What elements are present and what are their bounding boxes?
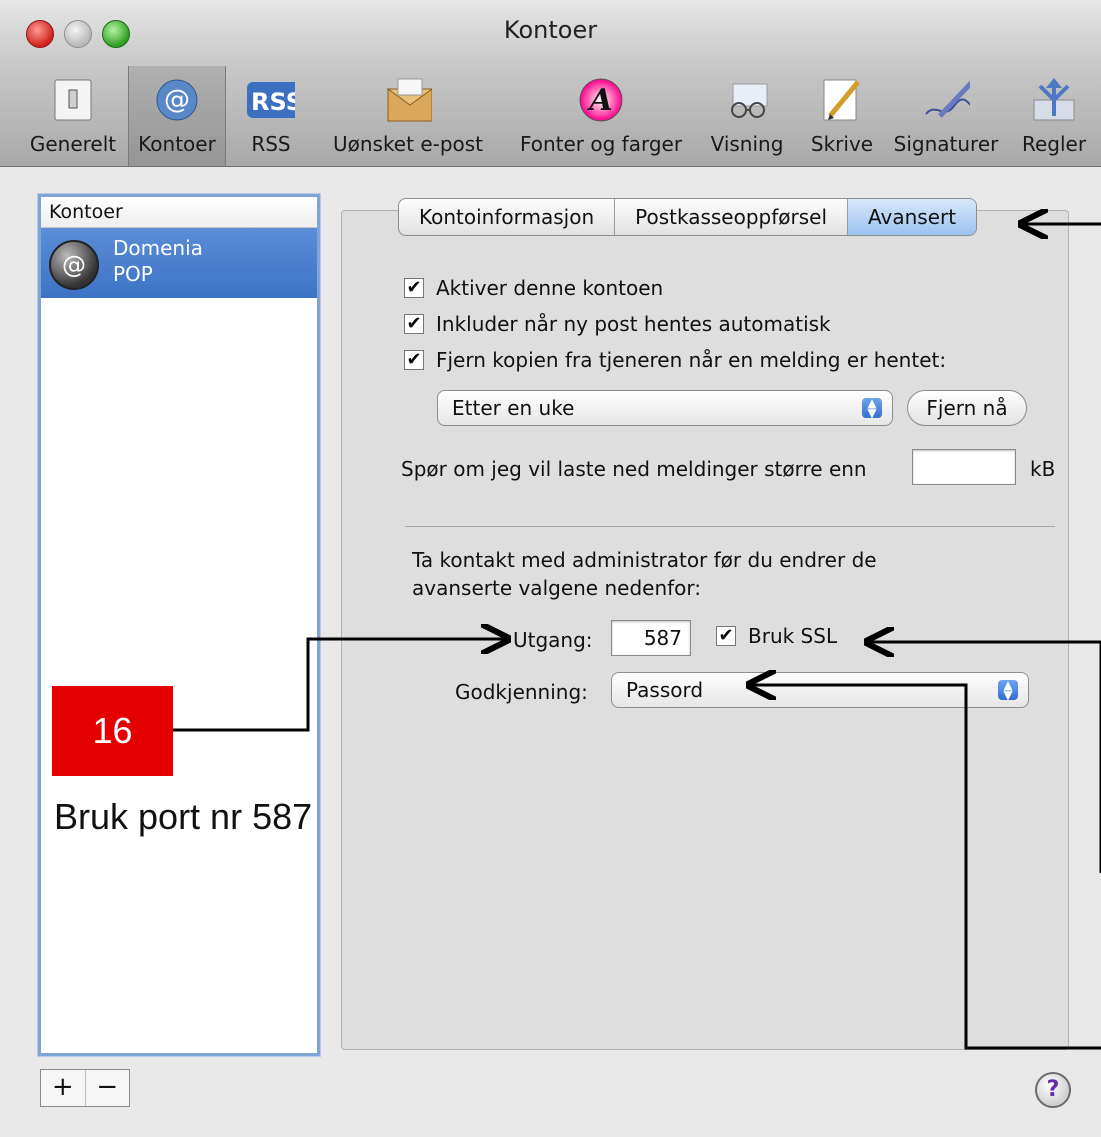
- accounts-list-header: Kontoer: [41, 197, 317, 228]
- window-title: Kontoer: [503, 16, 598, 44]
- toolbar-label: Kontoer: [138, 132, 216, 156]
- authentication-value: Passord: [626, 678, 704, 702]
- toolbar-label: Fonter og farger: [519, 132, 683, 156]
- popup-arrows-icon: ▲ ▼: [862, 397, 882, 419]
- pop-account-icon: @: [49, 240, 99, 290]
- toolbar-item-junk-mail[interactable]: Uønsket e-post: [318, 66, 498, 166]
- switch-icon: [49, 76, 97, 124]
- toolbar-label: Generelt: [29, 132, 117, 156]
- toolbar-item-visning[interactable]: Visning: [700, 66, 794, 166]
- kb-unit-label: kB: [1030, 457, 1056, 481]
- include-auto-check-checkbox[interactable]: ✔: [404, 314, 424, 334]
- remove-after-popup[interactable]: Etter en uke ▲ ▼: [437, 390, 893, 426]
- step-number-badge: 16: [52, 686, 173, 776]
- svg-text:A: A: [586, 83, 612, 118]
- account-name: Domenia: [113, 236, 203, 260]
- popup-arrows-icon: ▲ ▼: [998, 679, 1018, 701]
- use-ssl-checkbox[interactable]: ✔: [716, 626, 736, 646]
- toolbar-item-rss[interactable]: RSS RSS: [226, 66, 316, 166]
- toolbar-item-generelt[interactable]: Generelt: [18, 66, 128, 166]
- tab-kontoinformasjon[interactable]: Kontoinformasjon: [399, 199, 616, 235]
- help-button[interactable]: ?: [1035, 1072, 1071, 1108]
- remove-now-button[interactable]: Fjern nå: [907, 390, 1027, 426]
- toolbar-item-fonts-colors[interactable]: A Fonter og farger: [506, 66, 696, 166]
- account-row-domenia[interactable]: @ Domenia POP: [41, 228, 317, 298]
- viewing-glasses-icon: [723, 76, 771, 124]
- toolbar-label: Regler: [1021, 132, 1087, 156]
- section-divider: [405, 526, 1055, 527]
- toolbar-item-skrive[interactable]: Skrive: [800, 66, 884, 166]
- authentication-popup[interactable]: Passord ▲ ▼: [611, 672, 1029, 708]
- include-auto-check-label: Inkluder når ny post hentes automatisk: [436, 312, 831, 336]
- svg-text:@: @: [164, 85, 190, 115]
- account-tabs: Kontoinformasjon Postkasseoppførsel Avan…: [398, 198, 978, 236]
- admin-note-line2: avanserte valgene nedenfor:: [412, 576, 702, 600]
- signature-pen-icon: [922, 76, 970, 124]
- tab-avansert[interactable]: Avansert: [848, 199, 977, 235]
- toolbar-item-regler[interactable]: Regler: [1010, 66, 1098, 166]
- rss-icon: RSS: [247, 76, 295, 124]
- toolbar-label: Signaturer: [893, 132, 999, 156]
- toolbar-item-kontoer[interactable]: @ Kontoer: [128, 66, 226, 166]
- font-colors-icon: A: [577, 76, 625, 124]
- advanced-settings-panel: [341, 210, 1069, 1050]
- remove-copy-label: Fjern kopien fra tjeneren når en melding…: [436, 348, 947, 372]
- svg-text:RSS: RSS: [251, 88, 295, 116]
- toolbar-item-signaturer[interactable]: Signaturer: [886, 66, 1006, 166]
- large-message-label: Spør om jeg vil laste ned meldinger stør…: [401, 457, 867, 481]
- rules-arrows-icon: [1030, 76, 1078, 124]
- use-ssl-label: Bruk SSL: [748, 624, 838, 648]
- port-input[interactable]: 587: [611, 620, 691, 656]
- enable-account-checkbox[interactable]: ✔: [404, 278, 424, 298]
- tab-postkasseoppforsel[interactable]: Postkasseoppførsel: [615, 199, 849, 235]
- toolbar-label: Uønsket e-post: [332, 132, 484, 156]
- add-account-button[interactable]: +: [41, 1070, 86, 1106]
- at-sign-icon: @: [153, 76, 201, 124]
- toolbar-label: Skrive: [810, 132, 874, 156]
- accounts-list[interactable]: Kontoer @ Domenia POP: [38, 194, 320, 1056]
- enable-account-row[interactable]: ✔ Aktiver denne kontoen: [404, 276, 663, 300]
- remove-account-button[interactable]: −: [86, 1070, 130, 1106]
- include-auto-check-row[interactable]: ✔ Inkluder når ny post hentes automatisk: [404, 312, 831, 336]
- admin-note-line1: Ta kontakt med administrator før du endr…: [412, 548, 877, 572]
- port-label: Utgang:: [513, 628, 593, 652]
- toolbar-label: RSS: [251, 132, 291, 156]
- remove-after-value: Etter en uke: [452, 396, 575, 420]
- account-type: POP: [113, 262, 153, 286]
- remove-copy-checkbox[interactable]: ✔: [404, 350, 424, 370]
- compose-pencil-icon: [818, 76, 866, 124]
- remove-copy-row[interactable]: ✔ Fjern kopien fra tjeneren når en meldi…: [404, 348, 946, 372]
- authentication-label: Godkjenning:: [455, 680, 588, 704]
- add-remove-control: + −: [40, 1069, 130, 1107]
- junk-mail-icon: [384, 76, 432, 124]
- large-message-size-input[interactable]: [912, 449, 1016, 485]
- title-bar: Kontoer: [0, 0, 1101, 62]
- use-ssl-row[interactable]: ✔ Bruk SSL: [716, 624, 837, 648]
- toolbar-label: Visning: [710, 132, 784, 156]
- enable-account-label: Aktiver denne kontoen: [436, 276, 664, 300]
- annotation-text: Bruk port nr 587: [54, 796, 313, 837]
